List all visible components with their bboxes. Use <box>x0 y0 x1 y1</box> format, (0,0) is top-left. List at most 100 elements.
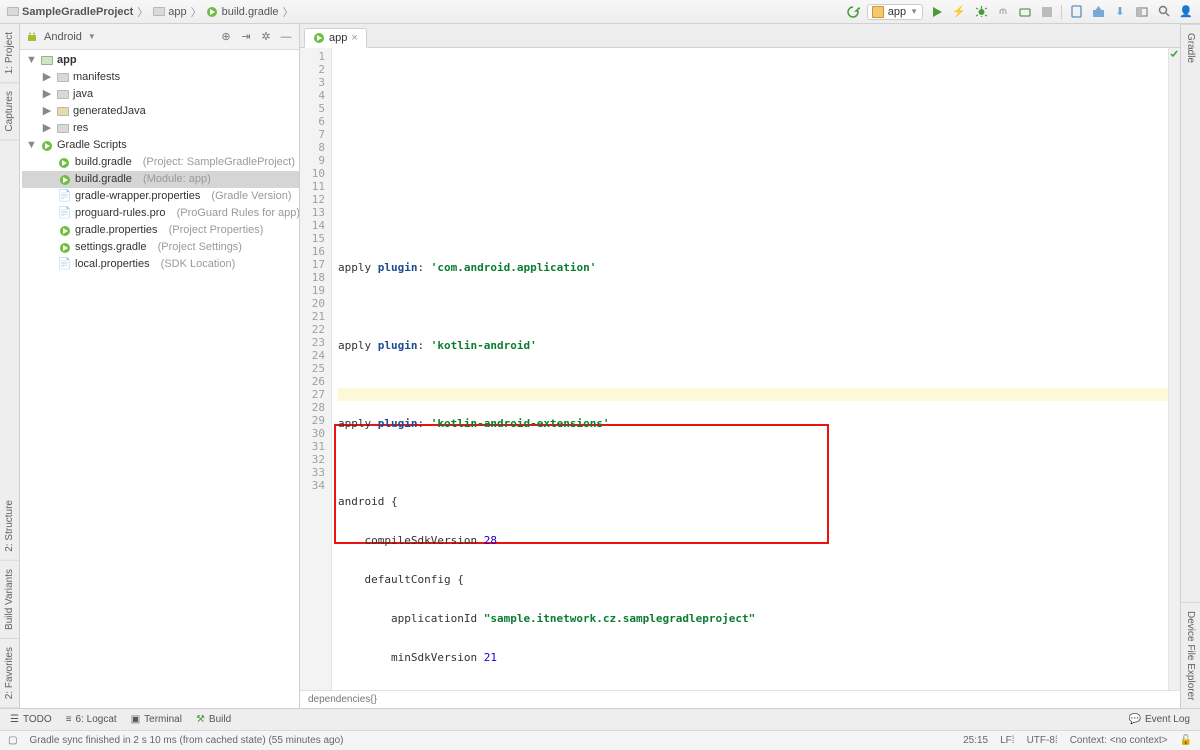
tree-node-gradle-wrapper[interactable]: 📄gradle-wrapper.properties (Gradle Versi… <box>22 188 299 205</box>
folder-icon <box>6 5 19 18</box>
breadcrumb-root-label: SampleGradleProject <box>22 6 133 18</box>
tool-tab-captures[interactable]: Captures <box>0 83 19 141</box>
breadcrumb-leaf[interactable]: build.gradle <box>206 5 279 18</box>
breadcrumb-leaf-label: build.gradle <box>222 6 279 18</box>
right-tool-strip: Gradle Device File Explorer <box>1180 24 1200 708</box>
editor-tab-label: app <box>329 32 347 44</box>
properties-icon: 📄 <box>58 207 71 220</box>
project-view-selector[interactable]: Android <box>44 31 82 43</box>
resource-manager-icon[interactable] <box>1134 4 1150 20</box>
tree-node-build-gradle-app[interactable]: build.gradle (Module: app) <box>22 171 299 188</box>
tree-node-manifests[interactable]: ▶manifests <box>22 69 299 86</box>
caret-position[interactable]: 25:15 <box>963 735 988 746</box>
tool-tab-terminal[interactable]: ▣ Terminal <box>131 714 182 725</box>
tool-tab-device-explorer[interactable]: Device File Explorer <box>1181 602 1200 708</box>
tree-node-gradle-scripts[interactable]: ▼Gradle Scripts <box>22 137 299 154</box>
file-encoding[interactable]: UTF-8 <box>1027 735 1055 746</box>
tool-tab-todo[interactable]: ☰ TODO <box>10 714 52 725</box>
tree-node-res[interactable]: ▶res <box>22 120 299 137</box>
gradle-icon <box>313 32 325 44</box>
profiler-icon[interactable]: ⫙ <box>995 4 1011 20</box>
apply-changes-icon[interactable]: ⚡ <box>951 4 967 20</box>
breadcrumb-root[interactable]: SampleGradleProject <box>6 5 133 18</box>
tool-tab-build[interactable]: ⚒ Build <box>196 714 231 725</box>
gradle-icon <box>58 156 71 169</box>
editor-tabs: app × <box>300 24 1180 48</box>
chevron-right-icon: 〉 <box>135 4 150 20</box>
gradle-icon <box>58 173 71 186</box>
collapse-all-icon[interactable]: ⇥ <box>239 30 253 44</box>
chevron-down-icon: ▼ <box>88 32 96 41</box>
layout-inspector-icon[interactable]: ⬇ <box>1112 4 1128 20</box>
tool-tab-structure[interactable]: 2: Structure <box>0 492 19 561</box>
code-editor[interactable]: 1234567891011121314151617181920212223242… <box>300 48 1180 690</box>
tree-node-generated[interactable]: ▶generatedJava <box>22 103 299 120</box>
sdk-manager-icon[interactable] <box>1090 4 1106 20</box>
tool-tab-gradle[interactable]: Gradle <box>1181 24 1200 71</box>
tree-node-app[interactable]: ▼app <box>22 52 299 69</box>
debug-button[interactable] <box>973 4 989 20</box>
status-bar: ▢ Gradle sync finished in 2 s 10 ms (fro… <box>0 730 1200 750</box>
highlight-box <box>334 424 829 544</box>
overview-ruler[interactable] <box>1168 48 1180 690</box>
project-tree[interactable]: ▼app ▶manifests ▶java ▶generatedJava ▶re… <box>20 50 299 708</box>
chevron-down-icon: ▼ <box>910 7 918 16</box>
tree-node-local-properties[interactable]: 📄local.properties (SDK Location) <box>22 256 299 273</box>
folder-icon <box>56 122 69 135</box>
run-button[interactable] <box>929 4 945 20</box>
navigation-bar: SampleGradleProject 〉 app 〉 build.gradle… <box>0 0 1200 24</box>
gear-icon[interactable]: ✲ <box>259 30 273 44</box>
editor-breadcrumb[interactable]: dependencies{} <box>300 690 1180 708</box>
module-icon <box>872 6 884 18</box>
folder-icon <box>56 105 69 118</box>
tree-node-proguard[interactable]: 📄proguard-rules.pro (ProGuard Rules for … <box>22 205 299 222</box>
folder-icon <box>152 5 165 18</box>
gradle-icon <box>206 5 219 18</box>
close-icon[interactable]: × <box>351 32 357 44</box>
line-ending[interactable]: LF <box>1000 735 1012 746</box>
attach-debugger-icon[interactable] <box>1017 4 1033 20</box>
editor-tab-app[interactable]: app × <box>304 28 367 48</box>
editor-area: app × 1234567891011121314151617181920212… <box>300 24 1180 708</box>
tool-window-toggle-icon[interactable]: ▢ <box>8 735 17 746</box>
project-tool-header: Android ▼ ⊕ ⇥ ✲ — <box>20 24 299 50</box>
tool-tab-logcat[interactable]: ≡ 6: Logcat <box>66 714 117 725</box>
search-icon[interactable] <box>1156 4 1172 20</box>
tree-node-build-gradle-project[interactable]: build.gradle (Project: SampleGradleProje… <box>22 154 299 171</box>
avd-manager-icon[interactable] <box>1068 4 1084 20</box>
user-icon[interactable]: 👤 <box>1178 4 1194 20</box>
bottom-tool-strip: ☰ TODO ≡ 6: Logcat ▣ Terminal ⚒ Build 💬 … <box>0 708 1200 730</box>
gradle-icon <box>58 241 71 254</box>
project-tool-window: Android ▼ ⊕ ⇥ ✲ — ▼app ▶manifests ▶java … <box>20 24 300 708</box>
chevron-right-icon: 〉 <box>189 4 204 20</box>
tree-node-java[interactable]: ▶java <box>22 86 299 103</box>
toolbar-actions: app ▼ ⚡ ⫙ ⬇ 👤 <box>845 4 1194 20</box>
status-message: Gradle sync finished in 2 s 10 ms (from … <box>29 735 343 746</box>
scroll-to-source-icon[interactable]: ⊕ <box>219 30 233 44</box>
folder-icon <box>56 71 69 84</box>
tool-tab-build-variants[interactable]: Build Variants <box>0 561 19 639</box>
gutter[interactable]: 1234567891011121314151617181920212223242… <box>300 48 332 690</box>
android-icon <box>26 31 38 43</box>
inspection-ok-icon <box>1170 50 1178 58</box>
properties-icon: 📄 <box>58 258 71 271</box>
run-config-selector[interactable]: app ▼ <box>867 4 923 20</box>
properties-icon: 📄 <box>58 190 71 203</box>
sync-icon[interactable] <box>845 4 861 20</box>
left-tool-strip: 1: Project Captures 2: Structure Build V… <box>0 24 20 708</box>
breadcrumbs: SampleGradleProject 〉 app 〉 build.gradle… <box>6 4 296 20</box>
stop-button[interactable] <box>1039 4 1055 20</box>
lock-icon[interactable]: 🔓 <box>1180 735 1192 746</box>
code-content[interactable]: apply plugin: 'com.android.application' … <box>332 48 1168 690</box>
tree-node-settings-gradle[interactable]: settings.gradle (Project Settings) <box>22 239 299 256</box>
hide-icon[interactable]: — <box>279 30 293 44</box>
breadcrumb-mid-label: app <box>168 6 186 18</box>
gradle-icon <box>58 224 71 237</box>
chevron-right-icon: 〉 <box>281 4 296 20</box>
tool-tab-project[interactable]: 1: Project <box>0 24 19 83</box>
breadcrumb-mid[interactable]: app <box>152 5 186 18</box>
tool-tab-event-log[interactable]: 💬 Event Log <box>1129 714 1191 725</box>
tree-node-gradle-properties[interactable]: gradle.properties (Project Properties) <box>22 222 299 239</box>
tool-tab-favorites[interactable]: 2: Favorites <box>0 639 19 708</box>
context-indicator[interactable]: Context: <no context> <box>1070 735 1168 746</box>
